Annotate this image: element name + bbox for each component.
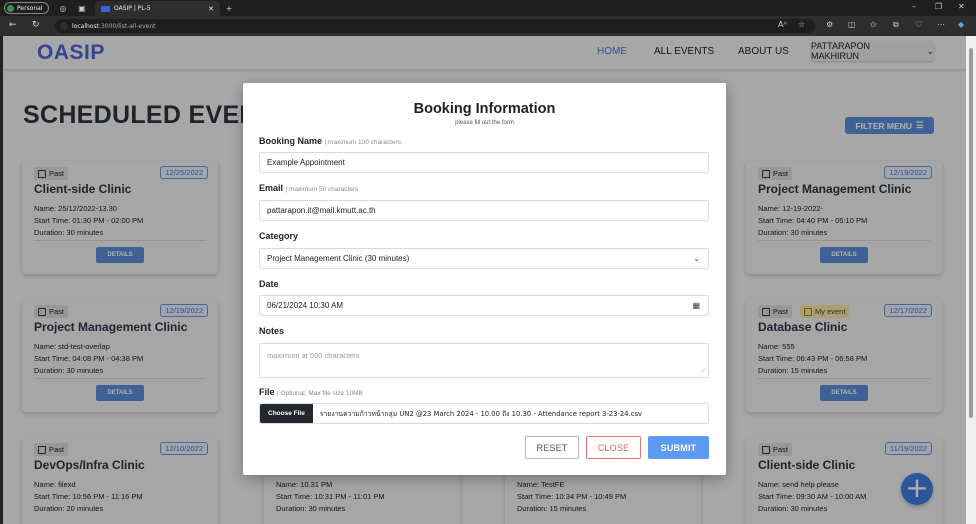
category-label: Category — [259, 231, 299, 241]
date-value: 06/21/2024 10:30 AM — [267, 301, 344, 310]
window-close-icon[interactable]: ✕ — [958, 2, 965, 11]
category-select[interactable]: Project Management Clinic (30 minutes) ⌄ — [259, 248, 709, 269]
minimize-icon[interactable]: – — [912, 2, 916, 11]
copilot-icon[interactable]: ◆ — [958, 20, 964, 29]
collections-icon[interactable]: ⧉ — [893, 20, 899, 30]
browser-essentials-icon[interactable]: ♡ — [915, 20, 922, 29]
tab-actions-icon[interactable]: ▣ — [76, 2, 88, 14]
booking-name-value: Example Appointment — [267, 158, 345, 167]
booking-modal: Booking Information please fill out the … — [243, 83, 726, 475]
date-label: Date — [259, 279, 279, 289]
booking-name-input[interactable]: Example Appointment — [259, 152, 709, 173]
submit-button[interactable]: SUBMIT — [648, 436, 709, 459]
page-scrollbar[interactable] — [966, 36, 976, 524]
refresh-icon[interactable]: ↻ — [32, 20, 40, 30]
calendar-icon[interactable]: ▦ — [692, 301, 700, 310]
url-path: :3000/list-all-event — [98, 22, 156, 30]
booking-name-label-text: Booking Name — [259, 136, 323, 146]
more-menu-icon[interactable]: ⋯ — [937, 20, 945, 29]
booking-name-label: Booking Name | maximum 100 characters — [259, 136, 401, 146]
new-tab-icon[interactable]: + — [223, 2, 235, 14]
email-label: Email | maximum 50 characters — [259, 183, 358, 193]
tab-title: OASIP | PL-5 — [114, 5, 151, 12]
split-screen-icon[interactable]: ◫ — [848, 20, 856, 29]
browser-tab[interactable]: OASIP | PL-5 ✕ — [95, 1, 220, 16]
file-input[interactable]: Choose File รายงานความก้าวหน้ากลุ่ม UN2 … — [259, 403, 709, 424]
read-aloud-icon[interactable]: Aᴬ — [778, 20, 787, 29]
category-value: Project Management Clinic (30 minutes) — [267, 254, 410, 263]
resize-handle-icon[interactable]: ⟋ — [701, 368, 706, 376]
profile-label: Personal — [17, 4, 43, 12]
notes-textarea[interactable]: maximum at 500 characters ⟋ — [259, 343, 709, 378]
notes-placeholder: maximum at 500 characters — [267, 351, 360, 360]
browser-tab-bar: Personal ◎ ▣ OASIP | PL-5 ✕ + – ❐ ✕ — [0, 0, 976, 16]
web-page: OASIP HOME ALL EVENTS ABOUT US PATTARAPO… — [3, 36, 966, 524]
selected-file-name: รายงานความก้าวหน้ากลุ่ม UN2 @23 March 20… — [319, 410, 643, 418]
email-hint: | maximum 50 characters — [285, 186, 359, 193]
workspaces-icon[interactable]: ◎ — [57, 2, 69, 14]
file-label: File | Optional, Max file size 10MB — [259, 387, 363, 397]
notes-label: Notes — [259, 326, 285, 336]
back-icon[interactable]: ← — [9, 20, 17, 30]
email-label-text: Email — [259, 183, 284, 193]
reset-button[interactable]: RESET — [525, 436, 579, 459]
close-button[interactable]: CLOSE — [586, 436, 641, 459]
maximize-icon[interactable]: ❐ — [935, 2, 942, 11]
address-bar-row: ← ↻ ⓘ localhost:3000/list-all-event Aᴬ ☆… — [0, 16, 976, 36]
address-bar[interactable]: ⓘ localhost:3000/list-all-event — [55, 19, 815, 33]
email-value: pattarapon.it@mail.kmutt.ac.th — [267, 206, 376, 215]
choose-file-button[interactable]: Choose File — [260, 404, 313, 423]
modal-title: Booking Information — [413, 101, 556, 117]
profile-button[interactable]: Personal — [4, 2, 49, 14]
modal-subtitle: please fill out the form — [455, 120, 514, 126]
favorite-star-icon[interactable]: ☆ — [798, 20, 805, 29]
file-hint: | Optional, Max file size 10MB — [277, 390, 363, 397]
url-host: localhost — [72, 22, 99, 30]
site-info-icon[interactable]: ⓘ — [61, 22, 67, 31]
scrollbar-thumb[interactable] — [969, 48, 973, 418]
favorites-icon[interactable]: ✩ — [870, 20, 877, 29]
date-input[interactable]: 06/21/2024 10:30 AM ▦ — [259, 295, 709, 316]
chevron-down-icon: ⌄ — [693, 254, 700, 263]
tab-favicon-icon — [101, 5, 110, 12]
profile-avatar-icon — [7, 4, 14, 12]
extension-icon[interactable]: ⚙ — [826, 20, 833, 29]
file-label-text: File — [259, 387, 275, 397]
booking-name-hint: | maximum 100 characters — [324, 139, 401, 146]
close-tab-icon[interactable]: ✕ — [208, 5, 214, 13]
email-field[interactable]: pattarapon.it@mail.kmutt.ac.th — [259, 200, 709, 221]
